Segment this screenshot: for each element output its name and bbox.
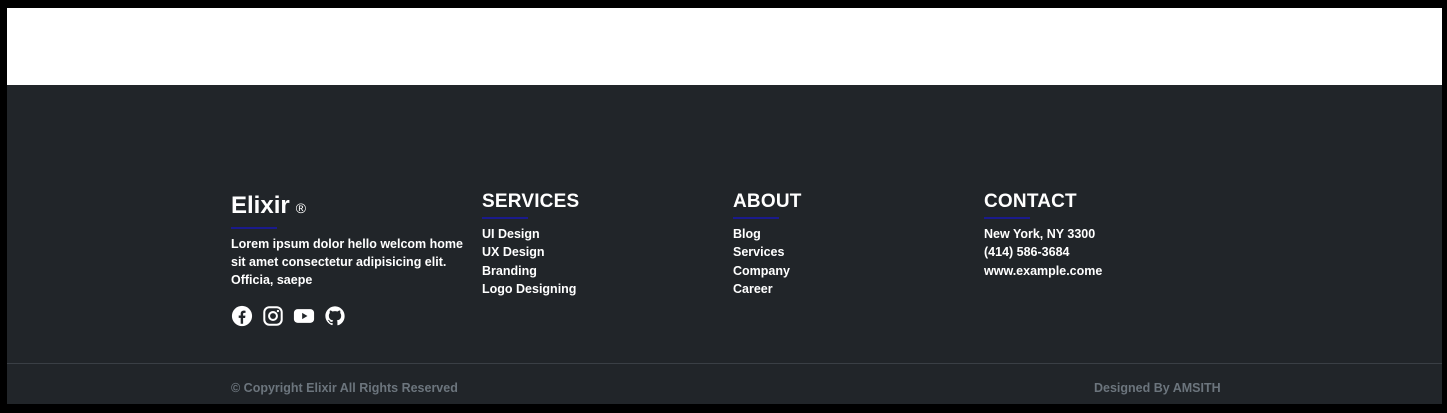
footer-brand-column: Elixir ® Lorem ipsum dolor hello welcom …	[231, 193, 471, 327]
services-link-ux-design[interactable]: UX Design	[482, 243, 579, 261]
contact-address: New York, NY 3300	[984, 227, 1096, 241]
about-link-company[interactable]: Company	[733, 262, 802, 280]
brand-underline	[231, 227, 277, 229]
services-heading: SERVICES	[482, 191, 580, 212]
brand-title: Elixir ®	[231, 193, 471, 221]
facebook-icon[interactable]	[231, 305, 253, 327]
site-footer: Elixir ® Lorem ipsum dolor hello welcom …	[7, 85, 1442, 404]
instagram-icon[interactable]	[262, 305, 284, 327]
page-frame: Elixir ® Lorem ipsum dolor hello welcom …	[7, 8, 1442, 404]
footer-divider	[7, 363, 1442, 364]
about-link-blog[interactable]: Blog	[733, 225, 802, 243]
footer-contact-column: CONTACT New York, NY 3300 (414) 586-3684…	[984, 191, 1102, 280]
services-link-ui-design[interactable]: UI Design	[482, 225, 579, 243]
contact-website: www.example.come	[984, 263, 1103, 278]
about-links: Blog Services Company Career	[733, 225, 802, 298]
services-link-logo-designing[interactable]: Logo Designing	[482, 280, 579, 298]
brand-name: Elixir	[231, 192, 290, 219]
footer-about-column: ABOUT Blog Services Company Career	[733, 191, 802, 298]
designed-by-text: Designed By AMSITH	[1094, 381, 1221, 395]
services-link-branding[interactable]: Branding	[482, 262, 579, 280]
youtube-icon[interactable]	[293, 305, 315, 327]
services-underline	[482, 217, 528, 219]
contact-underline	[984, 217, 1030, 219]
social-links	[231, 305, 471, 327]
contact-info: New York, NY 3300 (414) 586-3684 www.exa…	[984, 225, 1102, 280]
registered-mark: ®	[295, 200, 307, 216]
footer-services-column: SERVICES UI Design UX Design Branding Lo…	[482, 191, 579, 298]
brand-description: Lorem ipsum dolor hello welcom home sit …	[231, 237, 463, 287]
copyright-text: © Copyright Elixir All Rights Reserved	[231, 381, 458, 395]
about-heading: ABOUT	[733, 191, 802, 212]
page-content-area	[7, 8, 1442, 85]
about-link-career[interactable]: Career	[733, 280, 802, 298]
contact-phone: (414) 586-3684	[984, 245, 1070, 260]
contact-heading: CONTACT	[984, 191, 1077, 212]
about-link-services[interactable]: Services	[733, 243, 802, 261]
services-links: UI Design UX Design Branding Logo Design…	[482, 225, 579, 298]
about-underline	[733, 217, 779, 219]
github-icon[interactable]	[324, 305, 346, 327]
